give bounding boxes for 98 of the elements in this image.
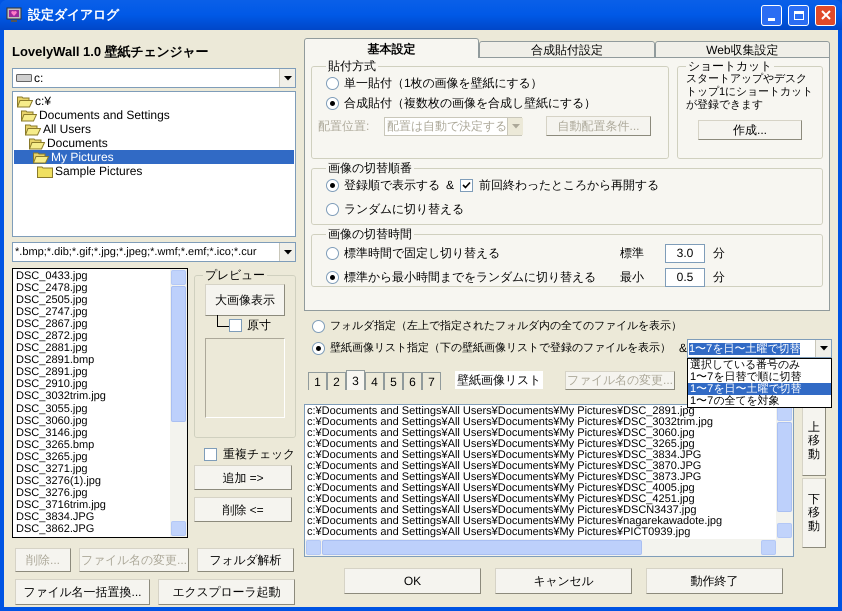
path-item[interactable]: c:¥Documents and Settings¥All Users¥Documents¥My Pictures¥DSC_3032trim.jpg [307,417,776,428]
tree-item[interactable]: My Pictures [14,150,294,164]
group-title: 貼付方式 [327,59,377,73]
file-item[interactable]: DSC_3862.JPG [16,522,170,536]
tree-item[interactable]: All Users [14,122,294,136]
file-item[interactable]: DSC_3834.JPG [16,510,170,523]
number-tab[interactable]: 3 [346,370,365,390]
ampersand: & [446,177,454,194]
file-item[interactable]: DSC_3146.jpg [16,426,170,439]
add-button[interactable]: 追加 => [194,465,292,490]
checkbox-label: 前回終わったところから再開する [479,177,660,194]
tab[interactable]: 合成貼付設定 [479,41,655,58]
path-item[interactable]: c:¥Documents and Settings¥All Users¥Documents¥My Pictures¥DSC_3060.jpg [307,428,776,439]
radio-label: 壁紙画像リスト指定（下の壁紙画像リストで登録のファイルを表示） [330,340,671,356]
path-item[interactable]: c:¥Documents and Settings¥All Users¥Documents¥My Pictures¥DSC_4251.jpg [307,494,776,505]
file-item[interactable]: DSC_2867.jpg [16,318,170,330]
action-button[interactable]: エクスプローラ起動 [158,579,295,605]
path-item[interactable]: c:¥Documents and Settings¥All Users¥Documents¥My Pictures¥DSC_3834.JPG [307,450,776,461]
file-item[interactable]: DSC_3032trim.jpg [16,390,170,403]
unit-label: 分 [713,245,725,262]
file-item[interactable]: DSC_2505.jpg [16,294,170,306]
radio-label: 標準から最小時間までをランダムに切り替える [344,269,596,286]
filter-combo[interactable]: *.bmp;*.dib;*.gif;*.jpg;*.jpeg;*.wmf;*.emf;*.ico;*.cur [12,242,296,262]
file-item[interactable]: DSC_3716trim.jpg [16,498,170,511]
tree-item[interactable]: c:¥ [14,94,294,108]
tab[interactable]: 基本設定 [304,38,480,58]
number-tab[interactable]: 7 [422,372,441,390]
radio-label: フォルダ指定（左上で指定されたフォルダ内の全てのファイルを表示） [330,318,682,334]
file-item[interactable]: DSC_3265.jpg [16,450,170,463]
field-label: 最小 [620,269,645,286]
file-item[interactable]: DSC_3055.jpg [16,402,170,415]
path-item[interactable]: c:¥Documents and Settings¥All Users¥Documents¥My Pictures¥DSC_3870.JPG [307,461,776,472]
file-item[interactable]: DSC_3276(1).jpg [16,474,170,487]
dialog-button[interactable]: キャンセル [495,568,632,594]
menu-item[interactable]: 1〜7の全てを対象 [688,394,832,406]
group-title: ショートカット [687,59,772,73]
radio-label: 合成貼付（複数枚の画像を合成し壁紙にする） [344,95,596,112]
radio-label: ランダムに切り替える [344,201,464,218]
path-item[interactable]: c:¥Documents and Settings¥All Users¥Documents¥My Pictures¥DSC_3265.jpg [307,439,776,450]
path-item[interactable]: c:¥Documents and Settings¥All Users¥Documents¥My Pictures¥PICT0939.jpg [307,527,776,538]
mode-combo[interactable]: 1〜7を日〜土曜で切替 [687,338,832,358]
minutes-field[interactable]: 3.0 [665,244,705,262]
menu-item[interactable]: 1〜7を日〜土曜で切替 [688,382,832,394]
path-item[interactable]: c:¥Documents and Settings¥All Users¥Documents¥My Pictures¥nagarekawadote.jpg [307,516,776,527]
file-item[interactable]: DSC_2910.jpg [16,378,170,390]
checkbox-label: 原寸 [247,317,271,334]
group-title: 画像の切替順番 [327,161,413,175]
tree-item[interactable]: Documents [14,136,294,150]
file-item[interactable]: DSC_2747.jpg [16,306,170,318]
create-button[interactable]: 作成... [698,120,802,140]
dialog-button[interactable]: OK [344,568,481,594]
file-item[interactable]: DSC_2891.jpg [16,366,170,378]
move-button[interactable]: 上移動 [802,406,826,476]
menu-item[interactable]: 選択している番号のみ [688,358,832,370]
radio-label: 登録順で表示する [344,177,440,194]
number-tab[interactable]: 1 [308,372,327,390]
tab[interactable]: Web収集設定 [654,41,830,58]
menu-item[interactable]: 1〜7を日替で順に切替 [688,370,832,382]
drive-combo[interactable]: c: [12,68,296,88]
file-item[interactable]: DSC_2872.jpg [16,330,170,342]
path-item[interactable]: c:¥Documents and Settings¥All Users¥Documents¥My Pictures¥DSC_3873.JPG [307,472,776,483]
file-item[interactable]: DSC_3060.jpg [16,414,170,427]
shortcut-description: スタートアップやデスクトップ1にショートカットが登録できます [686,73,814,112]
path-item[interactable]: c:¥Documents and Settings¥All Users¥Documents¥My Pictures¥DSC_4005.jpg [307,483,776,494]
field-label: 標準 [620,245,645,262]
file-item[interactable]: DSC_0433.jpg [16,270,170,282]
tree-item[interactable]: Documents and Settings [14,108,294,122]
dialog-button[interactable]: 動作終了 [646,568,783,594]
file-item[interactable]: DSC_2891.bmp [16,354,170,366]
file-item[interactable]: DSC_2881.jpg [16,342,170,354]
number-tab[interactable]: 5 [384,372,403,390]
large-image-button[interactable]: 大画像表示 [205,284,285,316]
group-title: 画像の切替時間 [327,227,413,241]
file-item[interactable]: DSC_3265.bmp [16,438,170,451]
number-tab[interactable]: 6 [403,372,422,390]
path-item[interactable]: c:¥Documents and Settings¥All Users¥Documents¥My Pictures¥DSCN3437.jpg [307,505,776,516]
number-tab[interactable]: 2 [327,372,346,390]
radio-label: 単一貼付（1枚の画像を壁紙にする） [344,75,543,92]
action-button[interactable]: フォルダ解析 [197,548,294,572]
minutes-field[interactable]: 0.5 [665,268,705,286]
move-button[interactable]: 下移動 [802,478,826,548]
radio-label: 標準時間で固定し切り替える [344,245,500,262]
number-tab[interactable]: 4 [365,372,384,390]
file-item[interactable]: DSC_3276.jpg [16,486,170,499]
action-button[interactable]: ファイル名一括置換... [15,579,150,605]
app-heading: LovelyWall 1.0 壁紙チェンジャー [12,43,210,62]
file-item[interactable]: DSC_2478.jpg [16,282,170,294]
path-item[interactable]: c:¥Documents and Settings¥All Users¥Documents¥My Pictures¥DSC_2891.jpg [307,406,776,417]
file-item[interactable]: DSC_3271.jpg [16,462,170,475]
checkbox-label: 重複チェック [223,446,295,463]
list-label: 壁紙画像リスト [455,371,543,389]
group-title: プレビュー [204,268,266,282]
window-title: 設定ダイアログ [28,6,120,24]
unit-label: 分 [713,269,725,286]
placement-label: 配置位置: [318,118,370,135]
ampersand: & [679,340,688,357]
remove-button[interactable]: 削除 <= [194,497,292,522]
tree-item[interactable]: Sample Pictures [14,164,294,178]
